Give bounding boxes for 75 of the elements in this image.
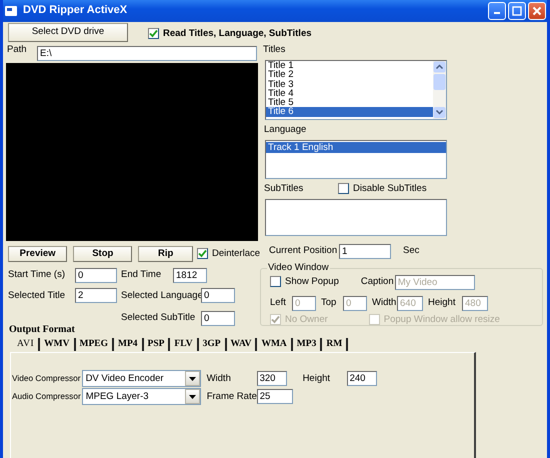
- unit-label: Sec: [403, 245, 420, 257]
- field-label: Video Compressor: [12, 374, 81, 384]
- section-label: Titles: [263, 44, 286, 57]
- show-popup-checkbox[interactable]: Show Popup: [270, 276, 339, 288]
- list-item[interactable]: Track 1 English: [266, 142, 446, 153]
- field-label: Top: [321, 297, 338, 309]
- format-tab[interactable]: MP3: [292, 338, 322, 352]
- playback-button[interactable]: Rip: [138, 246, 193, 262]
- field-label: Width: [372, 297, 397, 309]
- list-item[interactable]: Title 6: [266, 107, 433, 117]
- list-item[interactable]: Title 1: [266, 61, 433, 70]
- scrollbar[interactable]: [433, 61, 446, 119]
- close-button[interactable]: [528, 2, 546, 20]
- minimize-button[interactable]: [488, 2, 506, 20]
- field-label: Selected Title: [8, 290, 66, 302]
- section-label: Output Format: [9, 324, 76, 336]
- width-field[interactable]: 320: [256, 371, 287, 386]
- height-field[interactable]: 240: [346, 371, 377, 386]
- audio-compressor-dropdown[interactable]: MPEG Layer-3: [82, 388, 201, 405]
- list-item[interactable]: Title 5: [266, 98, 433, 108]
- caret-icon: [184, 371, 200, 386]
- format-tab[interactable]: AVI: [13, 338, 40, 352]
- format-tab[interactable]: WMA: [257, 338, 293, 352]
- list-item[interactable]: Title 4: [266, 88, 433, 98]
- field-label: Selected Language: [121, 290, 201, 302]
- format-tab[interactable]: FLV: [170, 338, 199, 352]
- caret-icon: [184, 389, 200, 404]
- field-label: Start Time (s): [8, 269, 66, 281]
- group-title: Video Window: [267, 262, 330, 274]
- selected-language-field[interactable]: 0: [201, 288, 235, 303]
- check-icon: [198, 249, 207, 258]
- current-position-field[interactable]: 1: [339, 244, 391, 258]
- subtitles-list[interactable]: [265, 199, 447, 236]
- field-label: Left: [270, 297, 287, 309]
- close-icon: [532, 6, 542, 16]
- field-label: Current Position: [269, 245, 338, 257]
- field-label: Selected SubTitle: [121, 312, 196, 324]
- start-time-field[interactable]: 0: [75, 268, 117, 282]
- playback-button[interactable]: Stop: [73, 246, 132, 262]
- playback-button[interactable]: Preview: [8, 246, 68, 262]
- field-label: Caption: [360, 276, 395, 288]
- frame-rate-field[interactable]: 25: [256, 389, 293, 404]
- maximize-button[interactable]: [508, 2, 526, 20]
- format-tab[interactable]: RM: [322, 338, 348, 352]
- selected-title-field[interactable]: 2: [75, 288, 117, 303]
- field-label: Path: [7, 44, 28, 56]
- app-icon: [4, 5, 18, 17]
- field-label: Height: [428, 297, 456, 309]
- list-item[interactable]: Title 3: [266, 80, 433, 89]
- deinterlace-checkbox[interactable]: Deinterlace: [196, 248, 260, 260]
- format-tab[interactable]: WAV: [226, 338, 258, 352]
- read-titles-checkbox[interactable]: Read Titles, Language, SubTitles: [148, 28, 312, 40]
- end-time-field[interactable]: 1812: [173, 268, 207, 282]
- field-label: Frame Rate: [206, 390, 257, 402]
- field-label: Width: [206, 372, 232, 384]
- field-label: Height: [302, 372, 332, 384]
- list-item[interactable]: Title 2: [266, 70, 433, 80]
- section-label: Language: [264, 124, 308, 137]
- check-icon: [271, 315, 280, 324]
- path-field[interactable]: E:\: [37, 46, 257, 60]
- format-tab[interactable]: MPEG: [76, 338, 114, 352]
- window-title: DVD Ripper ActiveX: [23, 4, 128, 18]
- video-compressor-dropdown[interactable]: DV Video Encoder: [82, 370, 201, 387]
- format-tab[interactable]: 3GP: [198, 338, 227, 352]
- selected-subtitle-field[interactable]: 0: [201, 310, 235, 326]
- format-tab[interactable]: PSP: [144, 338, 170, 352]
- format-tab[interactable]: WMV: [40, 338, 76, 352]
- field-label: End Time: [121, 269, 162, 281]
- maximize-icon: [512, 6, 522, 16]
- section-label: SubTitles: [264, 183, 304, 195]
- field-label: Audio Compressor: [12, 392, 81, 402]
- disable-subtitles-checkbox[interactable]: Disable SubTitles: [338, 183, 427, 195]
- select-drive-button[interactable]: Select DVD drive: [8, 22, 128, 42]
- format-tab[interactable]: MP4: [114, 338, 144, 352]
- check-icon: [149, 29, 158, 38]
